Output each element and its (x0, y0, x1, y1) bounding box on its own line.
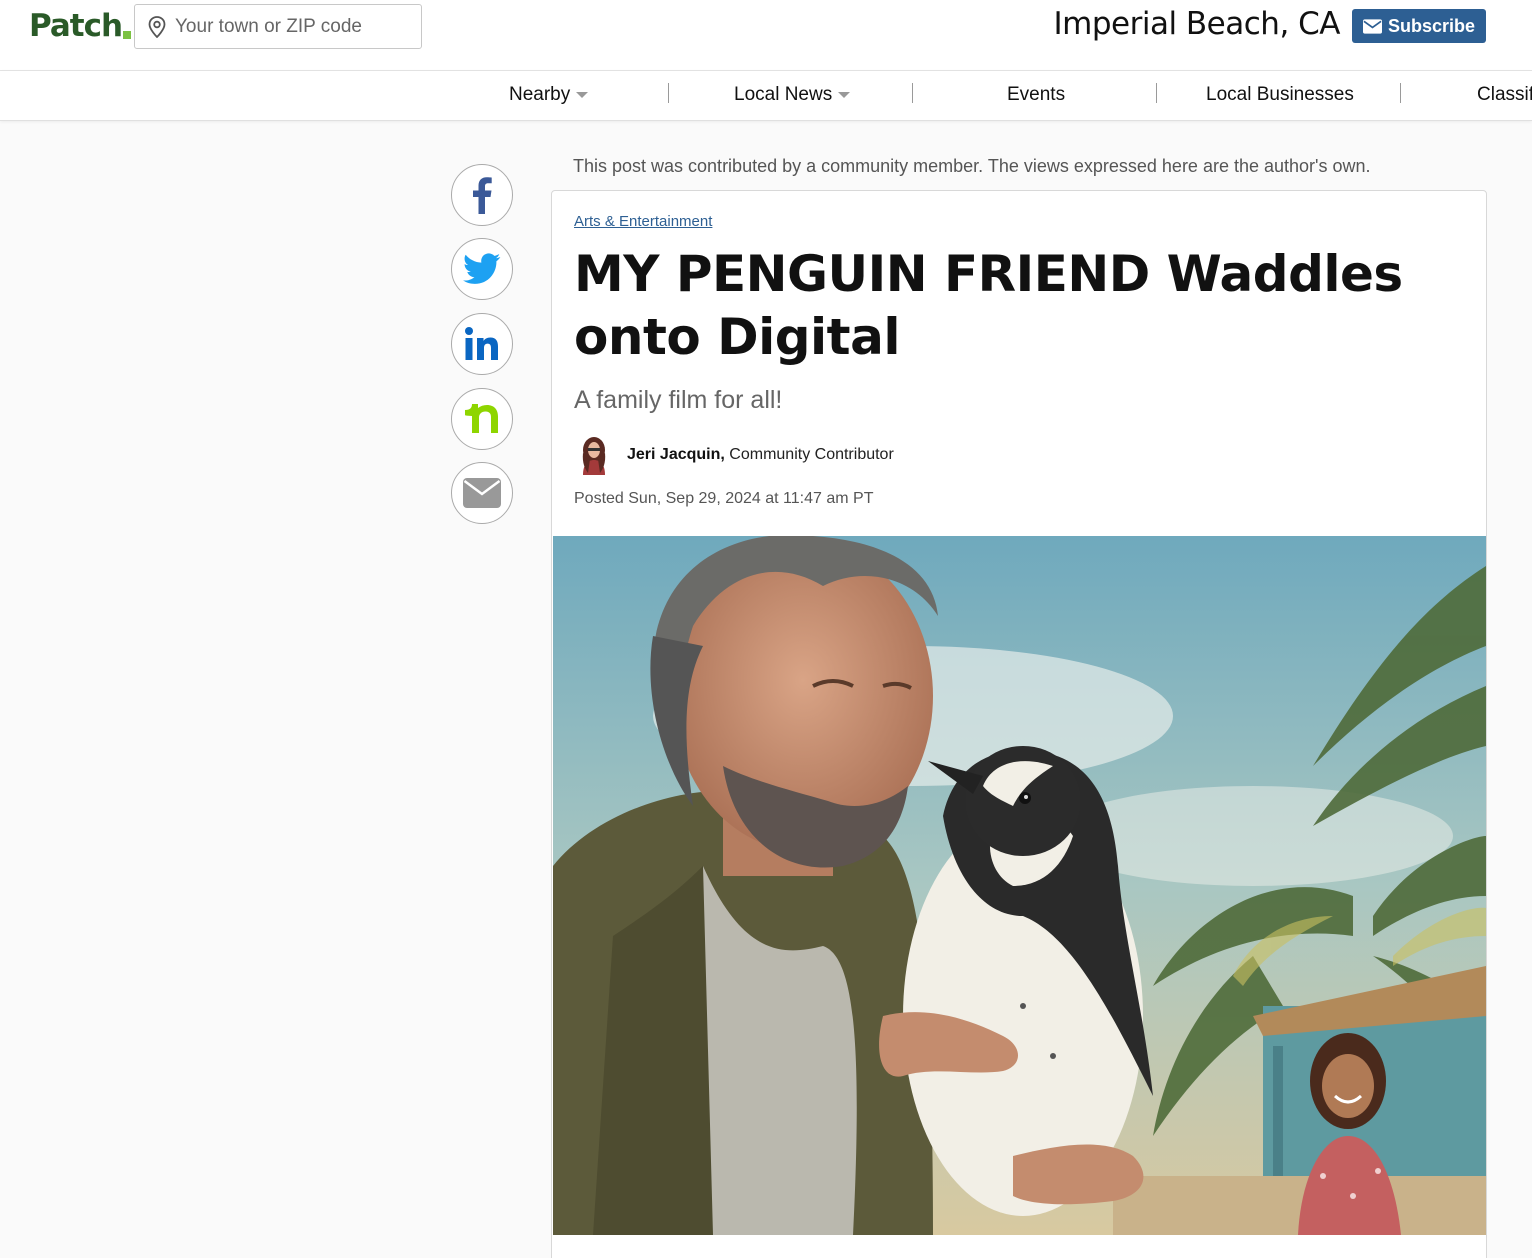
nav-divider (912, 83, 913, 103)
nav-label: Nearby (509, 84, 571, 105)
current-town: Imperial Beach, CA (1053, 6, 1341, 42)
location-pin-icon (148, 16, 166, 38)
author-name-link[interactable]: Jeri Jacquin, (627, 446, 725, 463)
nav-item-classifieds[interactable]: Classif (1477, 71, 1532, 119)
nav-divider (1400, 83, 1401, 103)
nav-divider (668, 83, 669, 103)
caret-down-icon (838, 92, 851, 98)
nav-item-local-businesses[interactable]: Local Businesses (1206, 71, 1354, 119)
caret-down-icon (576, 92, 589, 98)
twitter-icon (463, 253, 501, 284)
article-hero-image[interactable] (553, 536, 1486, 1235)
town-search-box[interactable] (134, 4, 422, 49)
subscribe-button[interactable]: Subscribe (1352, 9, 1486, 43)
nav-label: Local News (734, 84, 833, 105)
article-headline: MY PENGUIN FRIEND Waddles onto Digital (574, 243, 1434, 369)
share-linkedin-button[interactable] (451, 313, 513, 375)
share-nextdoor-button[interactable] (451, 388, 513, 450)
community-disclaimer: This post was contributed by a community… (573, 156, 1371, 176)
subscribe-label: Subscribe (1387, 15, 1476, 36)
nextdoor-icon (465, 404, 498, 433)
author-avatar[interactable] (580, 435, 608, 475)
patch-logo[interactable]: Patch (29, 8, 132, 44)
logo-text: Patch (29, 8, 123, 44)
byline: Jeri Jacquin, Community Contributor (627, 446, 894, 464)
nav-item-local-news[interactable]: Local News (734, 71, 851, 119)
headline-line: onto Digital (574, 308, 900, 366)
category-link[interactable]: Arts & Entertainment (574, 213, 712, 230)
share-email-button[interactable] (451, 462, 513, 524)
posted-timestamp: Posted Sun, Sep 29, 2024 at 11:47 am PT (574, 490, 874, 507)
share-facebook-button[interactable] (451, 164, 513, 226)
main-nav: Nearby Local News Events Local Businesse… (0, 71, 1532, 121)
headline-line: MY PENGUIN FRIEND Waddles (574, 245, 1403, 303)
nav-divider (1156, 83, 1157, 103)
logo-dot (123, 31, 132, 39)
share-twitter-button[interactable] (451, 238, 513, 300)
author-role: Community Contributor (729, 446, 894, 463)
nav-label: Classif (1477, 84, 1532, 105)
nav-item-events[interactable]: Events (1007, 71, 1065, 119)
nav-label: Events (1007, 84, 1066, 105)
email-icon (463, 478, 501, 508)
facebook-icon (473, 177, 492, 214)
envelope-icon (1362, 18, 1382, 34)
nav-label: Local Businesses (1206, 84, 1354, 105)
article-subhead: A family film for all! (574, 386, 783, 414)
nav-item-nearby[interactable]: Nearby (509, 71, 589, 119)
article-card: Arts & Entertainment MY PENGUIN FRIEND W… (551, 190, 1487, 1258)
town-search-input[interactable] (175, 5, 415, 48)
linkedin-icon (465, 327, 498, 360)
site-header: Patch Imperial Beach, CA Subscribe (0, 0, 1532, 71)
